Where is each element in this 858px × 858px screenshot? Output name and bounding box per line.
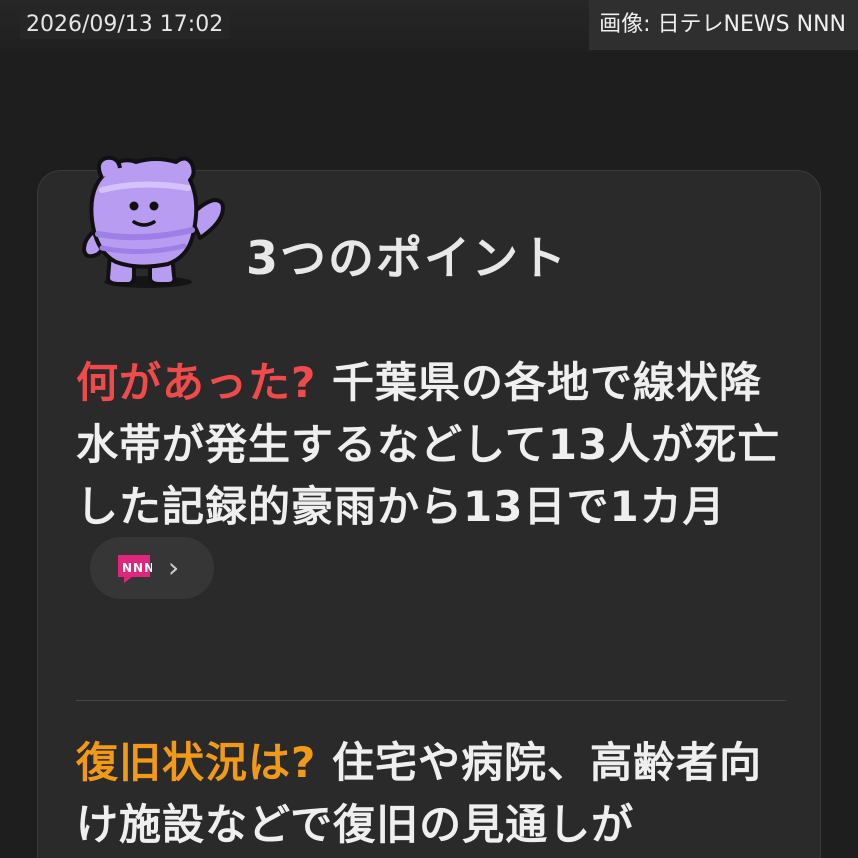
point-item: 復旧状況は? 住宅や病院、高齢者向け施設などで復旧の見通しが — [76, 732, 786, 856]
source-link-button[interactable]: NNN › — [90, 536, 214, 599]
image-credit: 画像: 日テレNEWS NNN — [589, 0, 858, 50]
svg-text:NNN: NNN — [122, 561, 152, 575]
screen: 2026/09/13 17:02 画像: 日テレNEWS NNN 3つのポイント… — [0, 0, 858, 858]
point-question: 何があった? — [76, 358, 317, 407]
purple-bear-mascot-icon — [82, 155, 225, 288]
nnn-logo-icon: NNN — [118, 554, 152, 583]
card-title: 3つのポイント — [246, 231, 569, 285]
point-question: 復旧状況は? — [76, 738, 317, 787]
divider — [76, 700, 786, 701]
top-bar: 2026/09/13 17:02 画像: 日テレNEWS NNN — [0, 0, 858, 52]
chevron-right-icon: › — [168, 550, 181, 584]
timestamp: 2026/09/13 17:02 — [20, 10, 230, 39]
point-item: 何があった? 千葉県の各地で線状降水帯が発生するなどして13人が死亡した記録的豪… — [76, 352, 786, 603]
